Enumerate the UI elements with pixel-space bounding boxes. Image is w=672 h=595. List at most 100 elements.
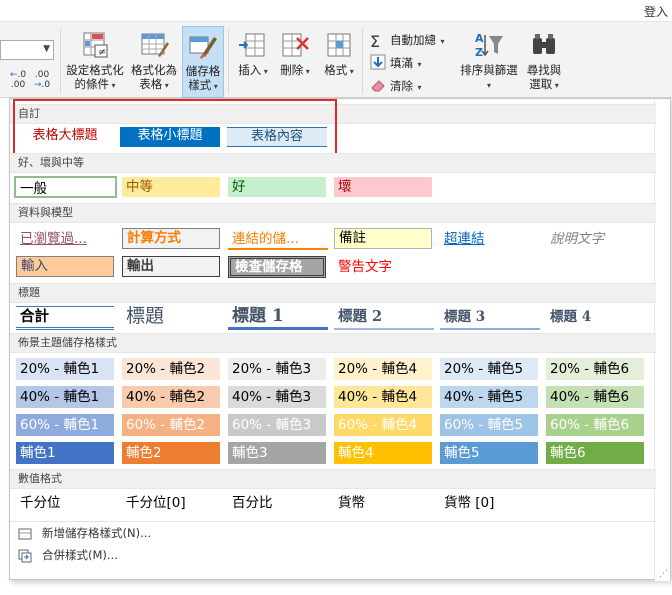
style-comma[interactable]: 千分位 (16, 492, 116, 514)
clear-label: 清除 (390, 79, 413, 93)
style-accent-row40-2[interactable]: 40% - 輔色2 (122, 386, 220, 408)
style-heading-2[interactable]: 標題 2 (334, 306, 434, 330)
style-hyperlink[interactable]: 超連結 (440, 228, 540, 250)
format-cells-button[interactable]: 格式 ▾ (318, 26, 360, 98)
style-check-cell[interactable]: 檢查儲存格 (228, 256, 326, 278)
fill-button[interactable]: 填滿 ▾ (370, 53, 422, 73)
fill-label: 填滿 (390, 56, 413, 70)
style-accent-row100-2[interactable]: 輔色2 (122, 442, 220, 464)
cell-styles-button[interactable]: 儲存格 樣式 ▾ (182, 26, 224, 98)
style-accent-row60-1[interactable]: 60% - 輔色1 (16, 414, 114, 436)
style-heading-1[interactable]: 標題 1 (228, 305, 328, 330)
style-accent-row60-5[interactable]: 60% - 輔色5 (440, 414, 538, 436)
style-accent-row100-4[interactable]: 輔色4 (334, 442, 432, 464)
style-comma-0[interactable]: 千分位[0] (122, 492, 222, 514)
style-accent-row40-3[interactable]: 40% - 輔色3 (228, 386, 326, 408)
style-accent-row40-1[interactable]: 40% - 輔色1 (16, 386, 114, 408)
style-input[interactable]: 輸入 (16, 256, 114, 277)
delete-cells-button[interactable]: 刪除 ▾ (274, 26, 316, 98)
style-bad[interactable]: 壞 (334, 177, 432, 197)
clear-button[interactable]: 清除 ▾ (370, 76, 422, 96)
style-accent-row20-2[interactable]: 20% - 輔色2 (122, 358, 220, 380)
style-accent-row60-4[interactable]: 60% - 輔色4 (334, 414, 432, 436)
cell-styles-label-1: 儲存格 (185, 64, 221, 78)
style-total[interactable]: 合計 (16, 306, 114, 330)
arrow-right-icon: → (34, 80, 42, 90)
arrow-left-icon: ← (10, 70, 18, 80)
new-style-icon (18, 526, 32, 540)
conditional-formatting-button[interactable]: ≠ 設定格式化 的條件 ▾ (62, 26, 128, 98)
style-currency-0[interactable]: 貨幣 [0] (440, 492, 540, 514)
delete-cells-icon (280, 30, 310, 60)
style-heading-3[interactable]: 標題 3 (440, 306, 540, 330)
style-accent-row100-1[interactable]: 輔色1 (16, 442, 114, 464)
style-accent-row20-5[interactable]: 20% - 輔色5 (440, 358, 538, 380)
chevron-down-icon: ▾ (347, 67, 354, 76)
style-accent-row20-4[interactable]: 20% - 輔色4 (334, 358, 432, 380)
chevron-down-icon: ▾ (211, 82, 218, 91)
number-format-combo[interactable]: ▼ (0, 40, 54, 60)
style-neutral[interactable]: 中等 (122, 177, 220, 197)
style-warning-text[interactable]: 警告文字 (334, 256, 432, 278)
style-accent-row100-5[interactable]: 輔色5 (440, 442, 538, 464)
new-cell-style-label: 新增儲存格樣式(N)... (42, 526, 152, 540)
insert-cells-icon (238, 30, 268, 60)
section-titles-and-headings: 標題 (10, 283, 656, 303)
section-data-and-model: 資料與模型 (10, 203, 656, 223)
format-as-table-button[interactable]: 格式化為 表格 ▾ (128, 26, 180, 98)
cell-styles-label-2: 樣式 (188, 78, 212, 92)
cond-format-label-2: 的條件 (74, 77, 109, 91)
style-output[interactable]: 輸出 (122, 256, 220, 277)
login-link[interactable]: 登入 (644, 3, 668, 20)
style-accent-row60-2[interactable]: 60% - 輔色2 (122, 414, 220, 436)
style-accent-row100-6[interactable]: 輔色6 (546, 442, 644, 464)
style-currency[interactable]: 貨幣 (334, 492, 434, 514)
chevron-down-icon: ▾ (303, 67, 310, 76)
new-cell-style-menu-item[interactable]: 新增儲存格樣式(N)... (10, 522, 656, 544)
style-normal[interactable]: 一般 (14, 176, 117, 198)
style-percent[interactable]: 百分比 (228, 492, 328, 514)
style-title[interactable]: 標題 (122, 305, 222, 329)
style-accent-row40-5[interactable]: 40% - 輔色5 (440, 386, 538, 408)
autosum-button[interactable]: Σ 自動加總 ▾ (370, 30, 445, 50)
style-accent-row40-6[interactable]: 40% - 輔色6 (546, 386, 644, 408)
style-accent-row20-1[interactable]: 20% - 輔色1 (16, 358, 114, 380)
insert-cells-button[interactable]: 插入 ▾ (232, 26, 274, 98)
custom-styles-highlight-box (13, 99, 337, 157)
resize-grip-icon[interactable]: ⋰ (659, 569, 668, 579)
find-select-label-2: 選取 (529, 77, 553, 91)
sort-filter-button[interactable]: A Z 排序與篩選 ▾ (456, 26, 522, 98)
eraser-icon (370, 77, 386, 93)
scrollbar-thumb[interactable] (656, 99, 668, 569)
format-table-label-1: 格式化為 (131, 63, 177, 77)
chevron-down-icon: ▾ (438, 37, 445, 46)
style-linked-cell[interactable]: 連結的儲... (228, 228, 328, 250)
style-followed-hyperlink[interactable]: 已瀏覽過... (16, 228, 116, 250)
inc-decimal-sub: .00 (10, 80, 26, 90)
format-cells-icon (324, 30, 354, 60)
svg-text:Z: Z (475, 46, 483, 59)
section-themed-cell-styles: 佈景主題儲存格樣式 (10, 333, 656, 353)
style-heading-4[interactable]: 標題 4 (546, 306, 646, 330)
style-calculation[interactable]: 計算方式 (122, 228, 220, 249)
style-note[interactable]: 備註 (334, 228, 432, 249)
chevron-down-icon[interactable]: ▼ (43, 44, 50, 54)
autosum-label: 自動加總 (390, 33, 436, 47)
increase-decimal-button[interactable]: ←.0 .00 (10, 70, 26, 90)
decrease-decimal-button[interactable]: .00 →.0 (34, 70, 50, 90)
cell-styles-icon (188, 31, 218, 61)
style-accent-row100-3[interactable]: 輔色3 (228, 442, 326, 464)
find-select-button[interactable]: 尋找與 選取 ▾ (524, 26, 564, 98)
style-accent-row40-4[interactable]: 40% - 輔色4 (334, 386, 432, 408)
sort-filter-label: 排序與篩選 (460, 63, 518, 77)
style-accent-row20-6[interactable]: 20% - 輔色6 (546, 358, 644, 380)
gallery-scrollbar[interactable]: ⋰ (654, 99, 670, 581)
style-accent-row60-6[interactable]: 60% - 輔色6 (546, 414, 644, 436)
style-accent-row20-3[interactable]: 20% - 輔色3 (228, 358, 326, 380)
style-accent-row60-3[interactable]: 60% - 輔色3 (228, 414, 326, 436)
merge-styles-menu-item[interactable]: 合併樣式(M)... (10, 544, 656, 566)
style-good[interactable]: 好 (228, 177, 326, 197)
style-explanatory-text[interactable]: 說明文字 (546, 228, 646, 250)
binoculars-icon (529, 30, 559, 60)
find-select-label-1: 尋找與 (526, 63, 562, 77)
